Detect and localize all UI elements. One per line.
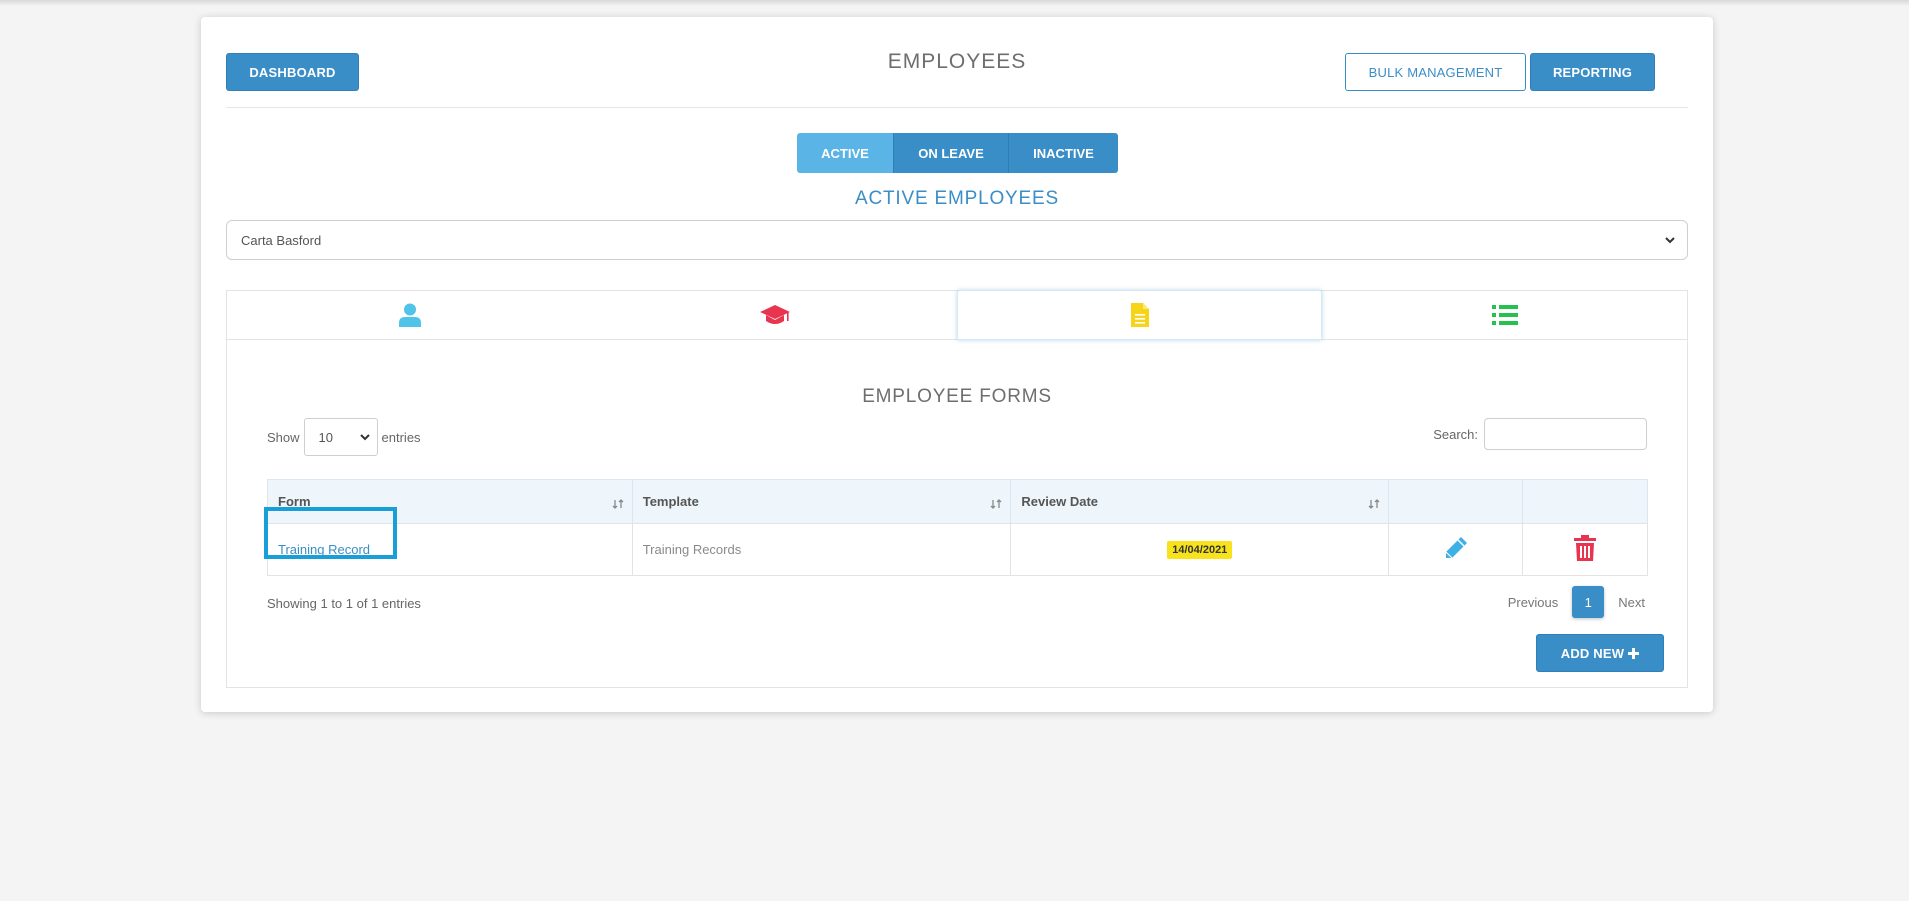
column-header-template[interactable]: Template [631,479,1012,524]
page-length-value: 10 [318,429,333,445]
column-header-edit [1388,479,1524,524]
pagination-next[interactable]: Next [1618,595,1645,610]
column-header-form[interactable]: Form [267,479,633,524]
column-header-review-date[interactable]: Review Date [1010,479,1390,524]
forms-table: Form Template Review Date Training Recor… [267,479,1648,576]
column-label: Review Date [1021,494,1099,509]
column-header-delete [1522,479,1648,524]
plus-icon [1628,647,1640,659]
review-date-badge: 14/04/2021 [1167,540,1233,559]
bulk-management-button[interactable]: BULK MANAGEMENT [1345,53,1526,91]
header-divider [226,107,1688,108]
pencil-icon[interactable] [1443,535,1469,561]
sort-icon [1368,499,1380,509]
cell-delete [1522,523,1648,576]
trash-icon[interactable] [1574,535,1597,561]
document-icon [1130,303,1149,327]
table-row: Training Record Training Records 14/04/2… [267,523,1648,576]
page-length-select[interactable]: 10 [303,418,378,456]
employee-select-value: Carta Basford [241,232,322,248]
cell-review-date: 14/04/2021 [1010,523,1390,576]
tab-active[interactable]: ACTIVE [797,133,893,173]
table-header-row: Form Template Review Date [267,479,1648,524]
search-control: Search: [1433,417,1647,451]
cell-form: Training Record [267,523,633,576]
add-new-label: ADD NEW [1560,645,1625,661]
list-icon [1491,305,1518,325]
chevron-down-icon [359,434,370,441]
reporting-button[interactable]: REPORTING [1530,53,1655,91]
form-link[interactable]: Training Record [278,542,370,557]
pagination: Previous 1 Next [1508,586,1645,618]
tab-training[interactable] [592,291,957,339]
main-card: DASHBOARD EMPLOYEES BULK MANAGEMENT REPO… [201,17,1713,712]
icon-tab-bar [227,290,1687,340]
tab-on-leave[interactable]: ON LEAVE [893,133,1008,173]
graduation-cap-icon [759,305,790,324]
tab-inactive[interactable]: INACTIVE [1008,133,1118,173]
top-shadow [0,0,1909,6]
entries-label: entries [381,429,421,445]
search-label: Search: [1433,426,1478,442]
section-title: ACTIVE EMPLOYEES [855,188,1059,209]
cell-edit [1388,523,1524,576]
employee-panel: EMPLOYEE FORMS Show 10 entries Search: F… [226,290,1688,688]
tab-list[interactable] [1322,291,1687,339]
tab-profile[interactable] [227,291,592,339]
table-info: Showing 1 to 1 of 1 entries [267,596,421,611]
sort-icon [990,499,1002,509]
page-length-control: Show 10 entries [267,417,421,457]
column-label: Form [278,494,311,509]
search-input[interactable] [1484,418,1647,450]
sort-icon [612,499,624,509]
tab-forms[interactable] [957,290,1322,340]
pagination-page-1[interactable]: 1 [1572,586,1605,618]
forms-title: EMPLOYEE FORMS [862,386,1052,407]
pagination-previous[interactable]: Previous [1508,595,1559,610]
user-icon [398,303,421,327]
column-label: Template [642,494,699,509]
show-label: Show [267,429,300,445]
add-new-button[interactable]: ADD NEW [1536,634,1664,672]
employee-select[interactable]: Carta Basford [226,220,1688,260]
cell-template: Training Records [631,523,1012,576]
chevron-down-icon [1665,237,1675,244]
